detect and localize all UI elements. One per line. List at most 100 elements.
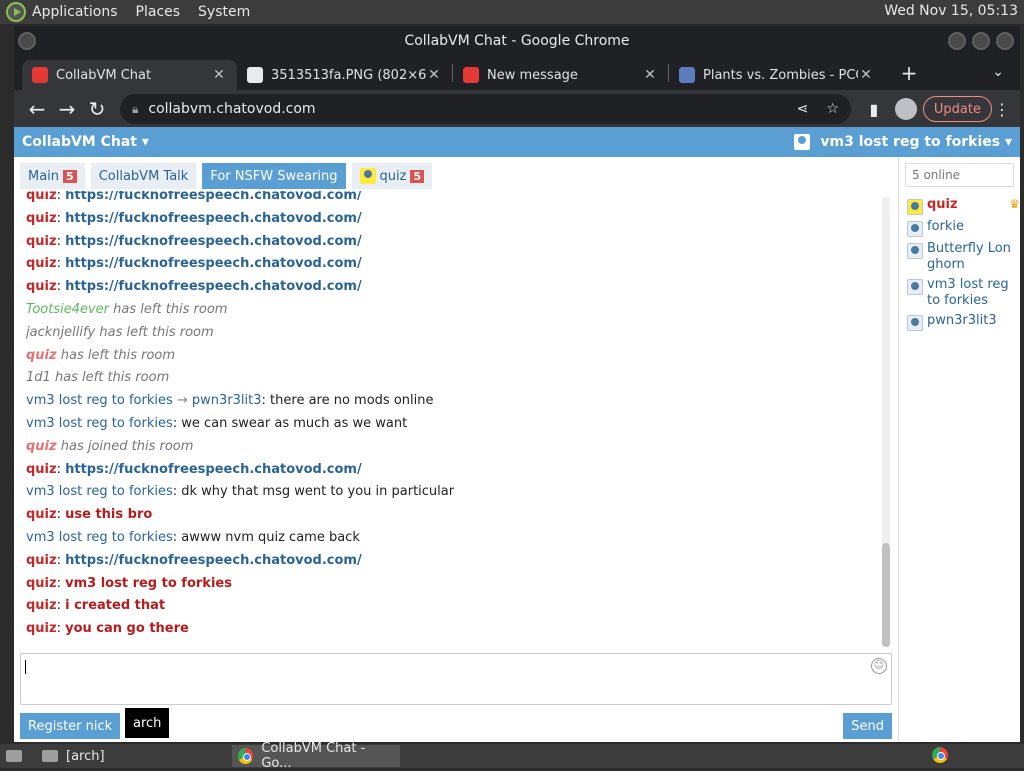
message-nick[interactable]: quiz <box>26 576 57 591</box>
message-nick[interactable]: quiz <box>26 621 57 636</box>
profile-avatar-icon[interactable] <box>894 98 917 120</box>
close-tab-icon[interactable]: ✕ <box>858 67 874 83</box>
user-list-item[interactable]: forkie <box>907 219 1020 237</box>
address-bar[interactable]: 🔒︎ collabvm.chatovod.com ⋖ ☆ <box>120 94 851 124</box>
close-tab-icon[interactable]: ✕ <box>642 67 658 83</box>
room-tab[interactable]: CollabVM Talk <box>90 163 197 189</box>
message-link[interactable]: https://fucknofreespeech.chatovod.com/ <box>65 279 362 294</box>
smiley-icon[interactable]: ☺ <box>871 658 887 674</box>
minimize-icon[interactable] <box>948 32 966 50</box>
message-nick[interactable]: quiz <box>26 439 57 454</box>
message-link[interactable]: https://fucknofreespeech.chatovod.com/ <box>65 191 362 203</box>
favicon-icon <box>463 67 479 83</box>
tab-search-chevron-icon[interactable]: ⌄ <box>992 64 1004 80</box>
message-nick[interactable]: quiz <box>26 234 57 249</box>
bookmark-star-icon[interactable]: ☆ <box>826 101 839 117</box>
message-nick[interactable]: quiz <box>26 348 57 363</box>
message-link[interactable]: https://fucknofreespeech.chatovod.com/ <box>65 211 362 226</box>
taskbar-item-chrome[interactable]: CollabVM Chat - Go... <box>232 741 400 771</box>
separator: : <box>56 191 66 203</box>
show-desktop-icon[interactable] <box>0 745 36 767</box>
update-button[interactable]: Update <box>922 96 992 122</box>
reload-icon[interactable]: ↻ <box>82 94 112 124</box>
close-tab-icon[interactable]: ✕ <box>426 67 442 83</box>
current-user-name[interactable]: vm3 lost reg to forkies <box>820 134 1000 150</box>
register-nick-button[interactable]: Register nick <box>20 713 121 739</box>
message-nick[interactable]: 1d1 <box>26 370 51 385</box>
message-nick[interactable]: jacknjellify <box>26 325 95 340</box>
send-button[interactable]: Send <box>843 713 892 739</box>
clock[interactable]: Wed Nov 15, 05:13 <box>884 3 1018 19</box>
window-titlebar[interactable]: CollabVM Chat - Google Chrome <box>14 26 1020 56</box>
browser-tab[interactable]: New message ✕ <box>453 60 668 90</box>
places-menu[interactable]: Places <box>136 4 181 20</box>
message-link[interactable]: https://fucknofreespeech.chatovod.com/ <box>65 553 362 568</box>
message-recipient[interactable]: pwn3r3lit3 <box>192 393 262 408</box>
message-link[interactable]: https://fucknofreespeech.chatovod.com/ <box>65 234 362 249</box>
message-nick[interactable]: quiz <box>26 211 57 226</box>
share-icon[interactable]: ⋖ <box>797 101 809 117</box>
taskbar-item-arch[interactable]: [arch] <box>36 745 232 767</box>
more-menu-icon[interactable]: ⋮ <box>992 100 1012 119</box>
tab-label: 3513513fa.PNG (802×625) <box>271 67 426 83</box>
message-input[interactable]: ☺ <box>20 653 892 705</box>
message-nick[interactable]: quiz <box>26 507 57 522</box>
chat-title[interactable]: CollabVM Chat <box>22 134 137 150</box>
browser-tab[interactable]: CollabVM Chat ✕ <box>22 60 237 90</box>
user-name[interactable]: pwn3r3lit3 <box>927 313 1013 329</box>
user-list-item[interactable]: pwn3r3lit3 <box>907 313 1020 331</box>
message-nick[interactable]: vm3 lost reg to forkies <box>26 484 173 499</box>
message-row: quiz: https://fucknofreespeech.chatovod.… <box>26 253 884 276</box>
user-name[interactable]: quiz <box>927 197 1005 213</box>
room-tab[interactable]: quiz 5 <box>351 163 433 189</box>
message-link[interactable]: https://fucknofreespeech.chatovod.com/ <box>65 462 362 477</box>
forward-arrow-icon[interactable]: → <box>52 94 82 124</box>
message-list[interactable]: quiz: https://fucknofreespeech.chatovod.… <box>26 191 884 641</box>
chat-title-menu[interactable]: CollabVM Chat ▾ <box>22 134 149 150</box>
message-nick[interactable]: quiz <box>26 279 57 294</box>
message-nick[interactable]: vm3 lost reg to forkies <box>26 530 173 545</box>
system-menu[interactable]: System <box>198 4 250 20</box>
message-nick[interactable]: vm3 lost reg to forkies <box>26 393 173 408</box>
distro-logo-icon[interactable] <box>6 2 26 22</box>
message-row: quiz: use this bro <box>26 504 884 527</box>
browser-tab[interactable]: 3513513fa.PNG (802×625)✕ <box>237 60 452 90</box>
message-nick[interactable]: quiz <box>26 598 57 613</box>
tray-chrome-icon[interactable] <box>932 747 956 763</box>
message-nick[interactable]: quiz <box>26 191 57 203</box>
user-name[interactable]: vm3 lost reg to forkies <box>927 277 1013 309</box>
back-arrow-icon[interactable]: ← <box>22 94 52 124</box>
message-nick[interactable]: vm3 lost reg to forkies <box>26 416 173 431</box>
message-scrollbar[interactable] <box>882 197 890 647</box>
browser-tab[interactable]: Plants vs. Zombies - PCGa ✕ <box>669 60 884 90</box>
user-name[interactable]: forkie <box>927 219 1013 235</box>
message-nick[interactable]: quiz <box>26 256 57 271</box>
side-panel-icon[interactable]: ▮ <box>859 100 889 119</box>
message-nick[interactable]: Tootsie4ever <box>26 302 109 317</box>
new-tab-icon[interactable]: + <box>894 61 924 85</box>
room-tab[interactable]: Main 5 <box>20 163 85 189</box>
maximize-icon[interactable] <box>972 32 990 50</box>
window-menu-icon[interactable] <box>18 32 36 50</box>
online-count-field[interactable]: 5 online <box>905 163 1014 187</box>
close-window-icon[interactable] <box>996 32 1014 50</box>
message-nick[interactable]: quiz <box>26 462 57 477</box>
message-row: 1d1 has left this room <box>26 367 884 390</box>
chrome-icon <box>932 747 948 763</box>
user-list-item[interactable]: Butterfly Longhorn <box>907 241 1020 273</box>
message-link[interactable]: https://fucknofreespeech.chatovod.com/ <box>65 256 362 271</box>
message-nick[interactable]: quiz <box>26 553 57 568</box>
user-list-item[interactable]: quiz ♛ <box>907 197 1020 215</box>
applications-menu[interactable]: Applications <box>32 4 118 20</box>
user-list-item[interactable]: vm3 lost reg to forkies <box>907 277 1020 309</box>
system-message-text: has joined this room <box>60 438 194 454</box>
url-text[interactable]: collabvm.chatovod.com <box>148 101 315 117</box>
current-user-menu[interactable]: vm3 lost reg to forkies ▾ <box>794 134 1012 150</box>
message-row: quiz has joined this room <box>26 436 884 459</box>
room-tab[interactable]: For NSFW Swearing <box>202 163 346 189</box>
user-name[interactable]: Butterfly Longhorn <box>927 241 1013 273</box>
lock-icon[interactable]: 🔒︎ <box>132 102 138 117</box>
close-tab-icon[interactable]: ✕ <box>211 67 227 83</box>
scrollbar-thumb[interactable] <box>882 543 890 647</box>
desktop-icon <box>6 750 22 762</box>
